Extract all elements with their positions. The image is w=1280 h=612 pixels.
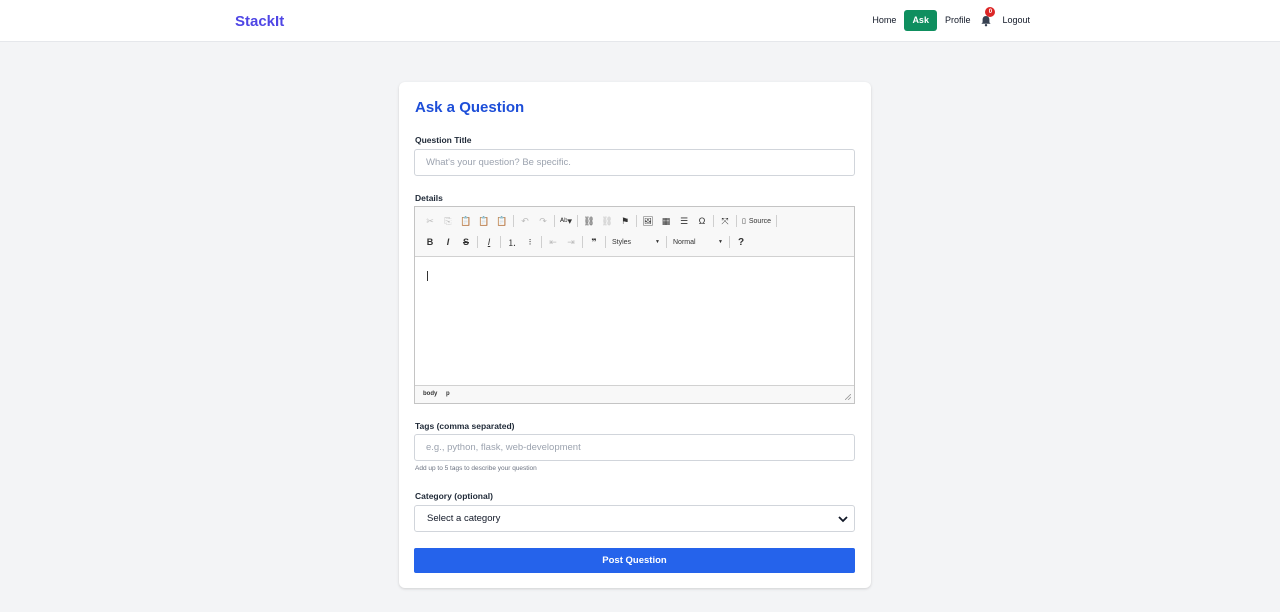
toolbar-separator (729, 236, 730, 248)
nav-ask[interactable]: Ask (904, 10, 937, 31)
indent-icon[interactable]: ⇥ (562, 234, 580, 250)
toolbar-row-1: ✂ ⎘ 📋 📋 📋 ↶ ↷ ᴬᵇ▾ ⛓ ⛓ ⚑ 🖼 ▦ ☰ Ω ⤧ ▯ Sour… (421, 213, 779, 229)
editor-statusbar: body p (415, 385, 854, 403)
question-title-input[interactable]: What's your question? Be specific. (414, 149, 855, 176)
tags-label: Tags (comma separated) (415, 421, 515, 431)
path-item-p[interactable]: p (446, 391, 450, 397)
table-icon[interactable]: ▦ (657, 213, 675, 229)
toolbar-separator (713, 215, 714, 227)
format-dropdown[interactable]: Normal ▼ (669, 234, 727, 250)
anchor-flag-icon[interactable]: ⚑ (616, 213, 634, 229)
ask-question-card: Ask a Question Question Title What's you… (399, 82, 871, 588)
image-icon[interactable]: 🖼 (639, 213, 657, 229)
paste-word-icon[interactable]: 📋 (493, 213, 511, 229)
spellcheck-icon[interactable]: ᴬᵇ▾ (557, 213, 575, 229)
editor-content-area[interactable] (415, 257, 854, 385)
copy-icon[interactable]: ⎘ (439, 213, 457, 229)
paste-icon[interactable]: 📋 (457, 213, 475, 229)
redo-icon[interactable]: ↷ (534, 213, 552, 229)
maximize-icon[interactable]: ⤧ (716, 213, 734, 229)
brand-logo[interactable]: StackIt (235, 13, 284, 30)
details-label: Details (415, 193, 443, 203)
toolbar-separator (477, 236, 478, 248)
text-caret (427, 271, 428, 281)
toolbar-separator (500, 236, 501, 248)
numbered-list-icon[interactable]: ⒈ (503, 234, 521, 250)
styles-label: Styles (612, 238, 632, 246)
chevron-down-icon (838, 516, 848, 523)
toolbar-separator (582, 236, 583, 248)
paste-text-icon[interactable]: 📋 (475, 213, 493, 229)
outdent-icon[interactable]: ⇤ (544, 234, 562, 250)
italic-icon[interactable]: I (439, 234, 457, 250)
nav-logout[interactable]: Logout (997, 10, 1035, 31)
toolbar-separator (541, 236, 542, 248)
notification-badge: 0 (985, 7, 996, 17)
bulleted-list-icon[interactable]: ⁝ (521, 234, 539, 250)
page-title: Ask a Question (415, 99, 525, 116)
unlink-icon[interactable]: ⛓ (598, 213, 616, 229)
category-label: Category (optional) (415, 491, 493, 501)
format-label: Normal (673, 238, 696, 246)
notification-bell[interactable]: 0 (977, 7, 996, 31)
toolbar-separator (605, 236, 606, 248)
toolbar-separator (776, 215, 778, 227)
horizontal-rule-icon[interactable]: ☰ (675, 213, 693, 229)
toolbar-separator (577, 215, 578, 227)
cut-icon[interactable]: ✂ (421, 213, 439, 229)
remove-format-icon[interactable]: I (480, 234, 498, 250)
resize-handle-icon[interactable] (845, 394, 851, 400)
toolbar-separator (636, 215, 637, 227)
tags-input[interactable]: e.g., python, flask, web-development (414, 434, 855, 461)
toolbar-separator (736, 215, 737, 227)
blockquote-icon[interactable]: ❞ (585, 234, 603, 250)
toolbar-separator (554, 215, 555, 227)
question-title-label: Question Title (415, 135, 472, 145)
tags-hint: Add up to 5 tags to describe your questi… (415, 465, 537, 472)
undo-icon[interactable]: ↶ (516, 213, 534, 229)
nav-links: Home Ask Profile 0 Logout (867, 7, 1035, 31)
source-icon: ▯ (742, 218, 746, 225)
nav-home[interactable]: Home (867, 10, 901, 31)
strikethrough-icon[interactable]: S (457, 234, 475, 250)
category-selected-value: Select a category (427, 513, 501, 524)
source-button[interactable]: ▯ Source (739, 213, 774, 229)
nav-profile[interactable]: Profile (940, 10, 976, 31)
styles-dropdown[interactable]: Styles ▼ (608, 234, 664, 250)
rich-text-editor: ✂ ⎘ 📋 📋 📋 ↶ ↷ ᴬᵇ▾ ⛓ ⛓ ⚑ 🖼 ▦ ☰ Ω ⤧ ▯ Sour… (414, 206, 855, 404)
path-item-body[interactable]: body (423, 391, 437, 397)
chevron-down-icon: ▼ (718, 239, 723, 245)
link-icon[interactable]: ⛓ (580, 213, 598, 229)
toolbar-separator (666, 236, 667, 248)
toolbar-row-2: B I S I ⒈ ⁝ ⇤ ⇥ ❞ Styles ▼ Normal ▼ ? (421, 234, 750, 250)
bold-icon[interactable]: B (421, 234, 439, 250)
editor-toolbar: ✂ ⎘ 📋 📋 📋 ↶ ↷ ᴬᵇ▾ ⛓ ⛓ ⚑ 🖼 ▦ ☰ Ω ⤧ ▯ Sour… (415, 207, 854, 257)
chevron-down-icon: ▼ (655, 239, 660, 245)
navbar: StackIt Home Ask Profile 0 Logout (0, 0, 1280, 42)
post-question-button[interactable]: Post Question (414, 548, 855, 573)
help-icon[interactable]: ? (732, 234, 750, 250)
special-char-icon[interactable]: Ω (693, 213, 711, 229)
toolbar-separator (513, 215, 514, 227)
source-label: Source (748, 217, 772, 225)
category-select[interactable]: Select a category (414, 505, 855, 532)
